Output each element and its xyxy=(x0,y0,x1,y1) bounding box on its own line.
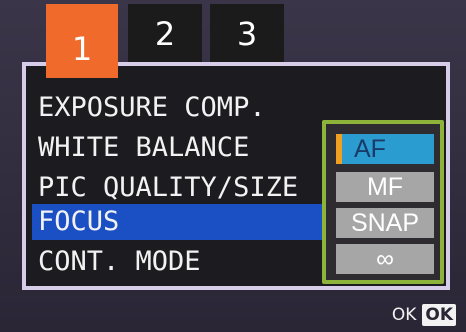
menu-item-label: PIC QUALITY/SIZE xyxy=(38,172,299,203)
focus-option-label: SNAP xyxy=(350,209,420,237)
focus-option-label: AF xyxy=(354,135,386,163)
focus-option-label: ∞ xyxy=(376,245,394,273)
menu-item-label: FOCUS xyxy=(38,206,120,237)
tab-3-label: 3 xyxy=(236,15,258,53)
focus-option-infinity[interactable]: ∞ xyxy=(336,244,434,274)
ok-hint: OK OK xyxy=(392,304,456,326)
ok-button-icon[interactable]: OK xyxy=(422,304,456,326)
tab-2-label: 2 xyxy=(154,15,176,53)
camera-menu-screen: 1 2 3 EXPOSURE COMP. WHITE BALANCE PIC Q… xyxy=(0,0,466,332)
menu-item-pic-quality-size[interactable]: PIC QUALITY/SIZE xyxy=(36,170,318,206)
tab-1[interactable]: 1 xyxy=(46,4,118,78)
ok-hint-label: OK xyxy=(391,305,417,325)
menu-panel-body: EXPOSURE COMP. WHITE BALANCE PIC QUALITY… xyxy=(26,66,446,286)
tab-1-label: 1 xyxy=(71,30,93,68)
menu-item-white-balance[interactable]: WHITE BALANCE xyxy=(36,130,318,166)
menu-panel: EXPOSURE COMP. WHITE BALANCE PIC QUALITY… xyxy=(22,62,450,290)
focus-option-label: MF xyxy=(366,173,404,201)
menu-item-label: CONT. MODE xyxy=(38,246,201,277)
tab-3[interactable]: 3 xyxy=(210,4,284,64)
menu-item-exposure-comp[interactable]: EXPOSURE COMP. xyxy=(36,90,318,126)
menu-item-cont-mode[interactable]: CONT. MODE xyxy=(36,244,318,280)
focus-option-mf[interactable]: MF xyxy=(336,172,434,202)
focus-option-af[interactable]: AF xyxy=(336,134,434,164)
tab-2[interactable]: 2 xyxy=(128,4,202,64)
menu-item-label: EXPOSURE COMP. xyxy=(38,92,266,123)
menu-item-focus[interactable]: FOCUS xyxy=(32,204,322,240)
focus-option-snap[interactable]: SNAP xyxy=(336,208,434,238)
focus-options-box: AF MF SNAP ∞ xyxy=(322,120,444,284)
menu-item-label: WHITE BALANCE xyxy=(38,132,250,163)
